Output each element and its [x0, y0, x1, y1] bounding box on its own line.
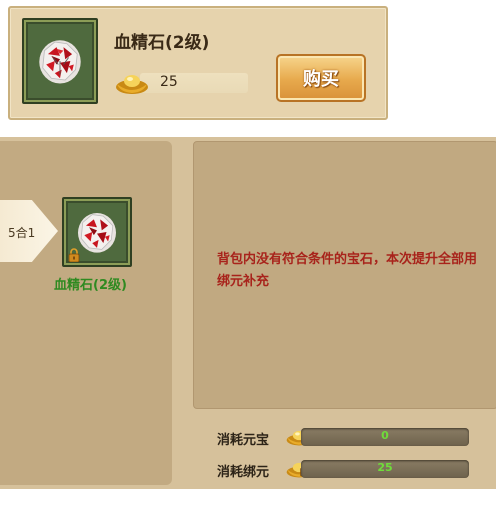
cost-label: 消耗绑元 — [217, 465, 270, 480]
target-item-slot[interactable] — [62, 197, 132, 267]
notice-message: 背包内没有符合条件的宝石，本次提升全部用绑元补充 — [217, 252, 478, 289]
shop-item-card: 血精石(2级) 25 购买 — [8, 6, 388, 120]
cost-bar: 0 — [301, 428, 469, 446]
cost-value: 25 — [377, 461, 393, 474]
compose-target-pane: 5合1 血精石(2级) — [0, 141, 172, 485]
cost-row-bangyuan: 消耗绑元 25 — [217, 459, 477, 481]
buy-button[interactable]: 购买 — [276, 54, 366, 102]
blood-gem-icon — [39, 40, 81, 84]
item-slot[interactable] — [22, 18, 98, 104]
cost-label: 消耗元宝 — [217, 433, 270, 448]
price-value: 25 — [160, 74, 178, 90]
item-name: 血精石(2级) — [114, 33, 210, 53]
cost-value: 0 — [381, 429, 389, 442]
cost-row-yuanbao: 消耗元宝 0 — [217, 427, 477, 449]
gold-ingot-icon — [116, 75, 148, 94]
target-item-name: 血精石(2级) — [54, 278, 127, 293]
cost-bar: 25 — [301, 460, 469, 478]
lock-icon — [68, 248, 80, 262]
blood-gem-icon — [77, 212, 117, 253]
price-bar — [140, 73, 248, 93]
compose-ratio: 5合1 — [8, 226, 36, 240]
